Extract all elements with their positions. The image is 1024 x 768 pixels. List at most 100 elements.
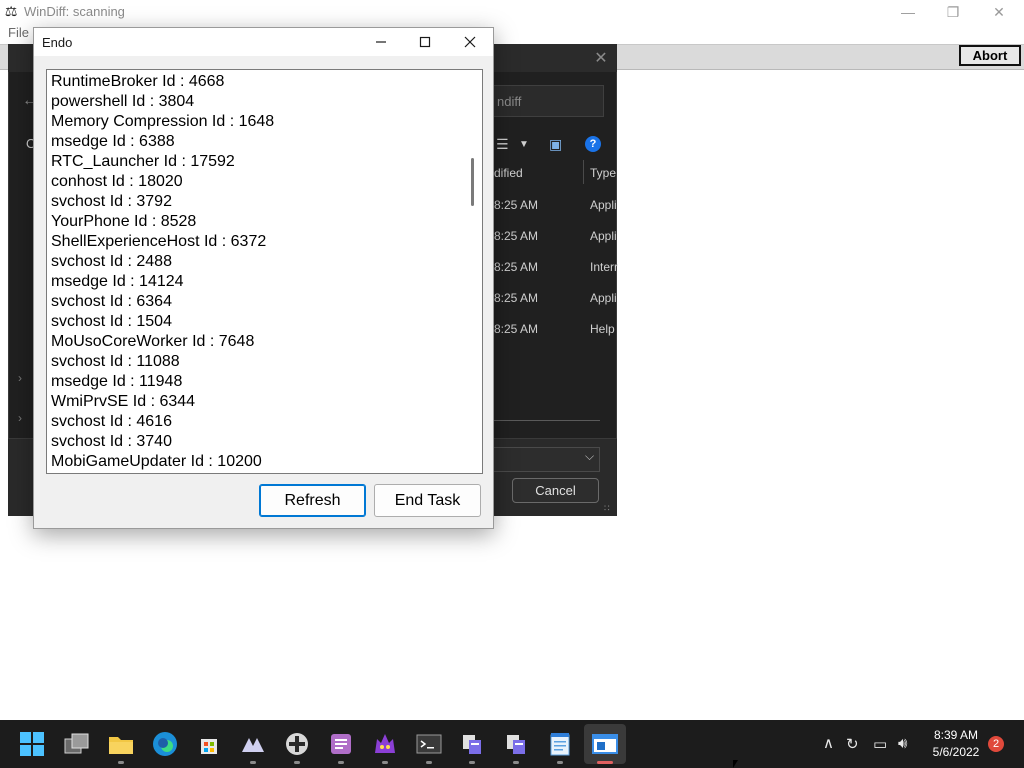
chevron-down-icon[interactable]: ▼ <box>519 139 529 150</box>
gamepad-icon <box>286 733 308 755</box>
file-row-type[interactable]: Appli <box>590 229 617 243</box>
windiff-close-button[interactable]: ✕ <box>976 0 1022 24</box>
process-list-item[interactable]: Memory Compression Id : 1648 <box>51 112 482 132</box>
process-list-item[interactable]: powershell Id : 3804 <box>51 92 482 112</box>
file-row-time[interactable]: 8:25 AM <box>494 291 538 305</box>
windows-logo-icon <box>20 732 44 756</box>
process-list: RuntimeBroker Id : 4668 powershell Id : 3… <box>47 70 482 472</box>
file-dialog-close-button[interactable]: ✕ <box>589 48 613 68</box>
app-taskbar-button[interactable] <box>459 731 485 757</box>
windiff-app-icon <box>463 735 481 754</box>
endo-window-icon <box>592 734 618 754</box>
terminal-taskbar-button[interactable] <box>416 731 442 757</box>
file-type-filter-select[interactable] <box>490 447 600 472</box>
folder-icon <box>109 737 133 754</box>
process-list-item[interactable]: msedge Id : 14124 <box>51 272 482 292</box>
column-header-modified[interactable]: dified <box>494 166 523 180</box>
process-listbox[interactable]: RuntimeBroker Id : 4668 powershell Id : 3… <box>46 69 483 474</box>
resize-grip-icon[interactable]: ∷ <box>604 503 610 514</box>
taskbar-clock[interactable]: 8:39 AM 5/6/2022 <box>924 727 988 761</box>
mouse-cursor <box>733 760 738 768</box>
process-list-item[interactable]: svchost Id : 1504 <box>51 312 482 332</box>
endo-close-button[interactable] <box>447 28 493 56</box>
process-list-item[interactable]: svchost Id : 6364 <box>51 292 482 312</box>
windiff-window-title: WinDiff: scanning <box>24 4 125 19</box>
notepad-taskbar-button[interactable] <box>547 731 573 757</box>
chevron-right-icon[interactable]: › <box>18 411 22 425</box>
store-bag-icon <box>201 739 217 754</box>
menu-file[interactable]: File <box>8 25 29 40</box>
file-row-time[interactable]: 8:25 AM <box>494 198 538 212</box>
windiff-titlebar <box>0 0 1024 24</box>
start-button[interactable] <box>19 731 45 757</box>
file-row-type[interactable]: Appli <box>590 291 617 305</box>
file-dialog-cancel-button[interactable]: Cancel <box>512 478 599 503</box>
process-list-item[interactable]: RTC_Launcher Id : 17592 <box>51 152 482 172</box>
abort-button[interactable]: Abort <box>959 45 1021 66</box>
column-separator[interactable] <box>583 160 584 184</box>
file-row-type[interactable]: Interr <box>590 260 618 274</box>
end-task-button[interactable]: End Task <box>374 484 481 517</box>
process-list-item[interactable]: conhost Id : 18020 <box>51 172 482 192</box>
process-list-item[interactable]: RuntimeBroker Id : 4668 <box>51 72 482 92</box>
process-list-item[interactable]: svchost Id : 2488 <box>51 252 482 272</box>
endo-minimize-button[interactable] <box>358 28 404 56</box>
endo-taskbar-button[interactable] <box>592 731 618 757</box>
file-dialog-search-input[interactable]: ndiff <box>484 85 604 117</box>
column-header-type[interactable]: Type <box>590 166 616 180</box>
process-list-item[interactable]: svchost Id : 3792 <box>51 192 482 212</box>
network-icon[interactable]: ▭ <box>873 735 887 753</box>
windiff-restore-button[interactable]: ❐ <box>930 0 976 24</box>
vertical-scrollbar-thumb[interactable] <box>471 158 474 206</box>
process-list-item[interactable]: msedge Id : 11948 <box>51 372 482 392</box>
chevron-up-icon[interactable]: ∧ <box>823 734 834 752</box>
sync-icon[interactable]: ↻ <box>846 735 859 753</box>
app-taskbar-button[interactable] <box>284 731 310 757</box>
file-row-time[interactable]: 8:25 AM <box>494 260 538 274</box>
help-icon[interactable]: ? <box>585 136 601 152</box>
notepad-purple-icon <box>331 734 351 754</box>
file-row-time[interactable]: 8:25 AM <box>494 322 538 336</box>
edge-browser-icon <box>153 732 177 756</box>
close-icon <box>464 36 476 48</box>
process-list-item[interactable]: YourPhone Id : 8528 <box>51 212 482 232</box>
notification-badge[interactable]: 2 <box>988 736 1004 752</box>
active-indicator <box>597 761 613 764</box>
task-view-button[interactable] <box>64 731 90 757</box>
process-list-item[interactable]: MoUsoCoreWorker Id : 7648 <box>51 332 482 352</box>
process-list-item[interactable]: MobiGameUpdater Id : 10200 <box>51 452 482 472</box>
endo-maximize-button[interactable] <box>402 28 448 56</box>
volume-icon[interactable]: 🔊︎ <box>898 735 907 752</box>
windiff-app-icon <box>507 735 525 754</box>
app-taskbar-button[interactable] <box>240 731 266 757</box>
running-indicator <box>557 761 563 764</box>
store-taskbar-button[interactable] <box>196 731 222 757</box>
refresh-button[interactable]: Refresh <box>259 484 366 517</box>
horizontal-scrollbar[interactable] <box>490 420 600 421</box>
process-list-item[interactable]: msedge Id : 6388 <box>51 132 482 152</box>
chevron-down-icon[interactable]: ⌵ <box>585 449 594 464</box>
view-list-icon[interactable]: ☰ <box>496 136 509 153</box>
file-row-time[interactable]: 8:25 AM <box>494 229 538 243</box>
file-explorer-taskbar-button[interactable] <box>108 731 134 757</box>
process-list-item[interactable]: WmiPrvSE Id : 6344 <box>51 392 482 412</box>
process-list-item[interactable]: svchost Id : 3740 <box>51 432 482 452</box>
notepad-icon <box>550 733 570 756</box>
app-taskbar-button[interactable] <box>328 731 354 757</box>
app-taskbar-button[interactable] <box>503 731 529 757</box>
monster-app-icon <box>375 734 395 753</box>
process-list-item[interactable]: ShellExperienceHost Id : 6372 <box>51 232 482 252</box>
chevron-right-icon[interactable]: › <box>18 371 22 385</box>
file-row-type[interactable]: Help <box>590 322 615 336</box>
running-indicator <box>382 761 388 764</box>
edge-taskbar-button[interactable] <box>152 731 178 757</box>
running-indicator <box>426 761 432 764</box>
file-row-type[interactable]: Appli <box>590 198 617 212</box>
process-list-item[interactable]: svchost Id : 4616 <box>51 412 482 432</box>
app-taskbar-button[interactable] <box>372 731 398 757</box>
process-list-item[interactable]: svchost Id : 11088 <box>51 352 482 372</box>
windiff-minimize-button[interactable]: — <box>885 0 931 24</box>
preview-pane-icon[interactable]: ▣ <box>549 136 562 153</box>
running-indicator <box>250 761 256 764</box>
maximize-icon <box>419 36 431 48</box>
